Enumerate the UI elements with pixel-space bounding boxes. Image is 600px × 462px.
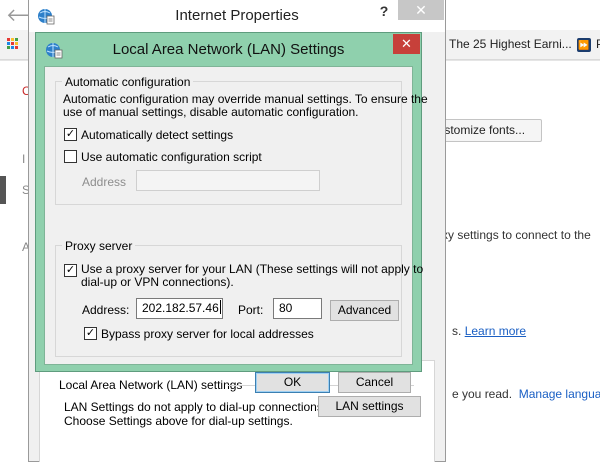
auto-config-script-checkbox[interactable] bbox=[64, 150, 77, 163]
proxy-address-input[interactable]: 202.182.57.46 bbox=[136, 298, 223, 319]
auto-detect-label[interactable]: Automatically detect settings bbox=[81, 129, 233, 142]
language-prefix: e you read. bbox=[452, 387, 513, 401]
internet-properties-close-button[interactable]: ✕ bbox=[398, 0, 444, 20]
proxy-port-label: Port: bbox=[238, 303, 264, 317]
proxy-address-value: 202.182.57.46 bbox=[142, 301, 219, 315]
manage-languages-link[interactable]: Manage languag bbox=[519, 387, 600, 401]
use-proxy-checkbox[interactable]: ✓ bbox=[64, 264, 77, 277]
lan-note-line-1: LAN Settings do not apply to dial-up con… bbox=[64, 400, 327, 414]
script-address-input[interactable] bbox=[136, 170, 320, 191]
lan-settings-button[interactable]: LAN settings bbox=[318, 396, 421, 417]
cancel-button[interactable]: Cancel bbox=[338, 372, 411, 393]
language-row: e you read. Manage languag bbox=[452, 387, 600, 401]
lan-settings-note: LAN Settings do not apply to dial-up con… bbox=[64, 400, 326, 428]
bookmark-item-truncated[interactable]: P bbox=[596, 37, 600, 51]
learn-more-prefix: s. bbox=[452, 324, 462, 338]
lan-dialog-title: Local Area Network (LAN) Settings bbox=[112, 41, 345, 58]
lan-settings-group-label: Local Area Network (LAN) settings bbox=[59, 378, 247, 392]
bypass-local-label[interactable]: Bypass proxy server for local addresses bbox=[101, 328, 314, 341]
auto-detect-checkbox[interactable]: ✓ bbox=[64, 128, 77, 141]
bookmark-favicon-icon[interactable]: ⏩ bbox=[577, 38, 591, 52]
use-proxy-label[interactable]: Use a proxy server for your LAN (These s… bbox=[81, 263, 423, 289]
lan-dialog-client-area: Automatic configuration Automatic config… bbox=[44, 66, 428, 393]
automatic-configuration-label: Automatic configuration bbox=[62, 75, 194, 89]
advanced-button[interactable]: Advanced bbox=[330, 300, 399, 321]
use-proxy-line-2: dial-up or VPN connections). bbox=[81, 275, 234, 289]
sidebar-fragment: I bbox=[22, 152, 26, 166]
customize-fonts-button[interactable]: ıstomize fonts... bbox=[436, 119, 542, 142]
bookmark-item[interactable]: The 25 Highest Earni... bbox=[449, 37, 572, 51]
lan-settings-dialog: Local Area Network (LAN) Settings ✕ Auto… bbox=[35, 32, 428, 393]
script-address-label: Address bbox=[82, 175, 127, 189]
proxy-server-label: Proxy server bbox=[62, 239, 136, 253]
text-caret bbox=[219, 300, 221, 314]
proxy-settings-text: xy settings to connect to the bbox=[442, 228, 591, 242]
bypass-local-checkbox[interactable]: ✓ bbox=[84, 327, 97, 340]
lan-note-line-2: Choose Settings above for dial-up settin… bbox=[64, 414, 293, 428]
lan-dialog-close-button[interactable]: ✕ bbox=[393, 34, 420, 54]
auto-config-desc-line-2: use of manual settings, disable automati… bbox=[63, 105, 359, 119]
proxy-address-label: Address: bbox=[82, 303, 130, 317]
learn-more-link[interactable]: Learn more bbox=[465, 324, 526, 338]
sidebar-indicator bbox=[0, 176, 6, 204]
automatic-configuration-description: Automatic configuration may override man… bbox=[63, 93, 428, 119]
proxy-port-input[interactable]: 80 bbox=[273, 298, 322, 319]
learn-more-row: s. Learn more bbox=[452, 324, 526, 338]
help-button[interactable]: ? bbox=[374, 3, 394, 23]
auto-config-script-label[interactable]: Use automatic configuration script bbox=[81, 151, 262, 164]
apps-grid-icon[interactable] bbox=[7, 38, 19, 50]
ok-button[interactable]: OK bbox=[255, 372, 330, 393]
